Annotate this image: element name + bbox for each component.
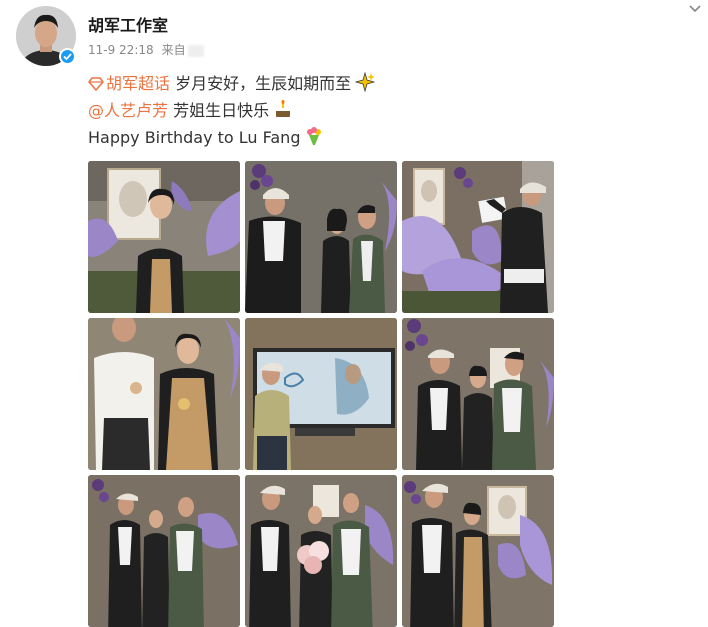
photo-6[interactable]	[402, 318, 554, 470]
bouquet-emoji	[307, 127, 322, 145]
photo-2[interactable]	[245, 161, 397, 313]
line3-text: Happy Birthday to Lu Fang	[88, 128, 301, 147]
photo-7[interactable]	[88, 475, 240, 627]
timestamp[interactable]: 11-9 22:18	[88, 43, 154, 57]
source-redacted	[187, 44, 204, 57]
photo-4[interactable]	[88, 318, 240, 470]
weibo-post: 胡军工作室 11-9 22:18 来自 胡军超话 岁月安好，生辰如期而至 @人艺卢…	[0, 0, 708, 627]
photo-1[interactable]	[88, 161, 240, 313]
line2-text: 芳姐生日快乐	[173, 101, 270, 120]
photo-9[interactable]	[402, 475, 554, 627]
post-text-line-1: 胡军超话 岁月安好，生辰如期而至	[88, 72, 376, 95]
source-label: 来自	[161, 43, 186, 57]
cake-emoji	[276, 100, 291, 117]
line1-text: 岁月安好，生辰如期而至	[175, 74, 352, 93]
post-text-line-3: Happy Birthday to Lu Fang	[88, 126, 324, 149]
post-meta: 11-9 22:18 来自	[88, 41, 204, 58]
verified-badge-icon	[59, 48, 76, 65]
photo-3[interactable]	[402, 161, 554, 313]
photo-5[interactable]	[245, 318, 397, 470]
sparkles-emoji	[355, 72, 376, 92]
chevron-down-icon[interactable]	[688, 4, 702, 14]
post-text-line-2: @人艺卢芳 芳姐生日快乐	[88, 99, 293, 122]
username[interactable]: 胡军工作室	[88, 12, 168, 36]
super-topic-link[interactable]: 胡军超话	[88, 74, 170, 93]
mention-link[interactable]: @人艺卢芳	[88, 101, 168, 120]
super-topic-text: 胡军超话	[106, 74, 171, 93]
photo-8[interactable]	[245, 475, 397, 627]
super-topic-diamond-icon	[88, 77, 104, 91]
